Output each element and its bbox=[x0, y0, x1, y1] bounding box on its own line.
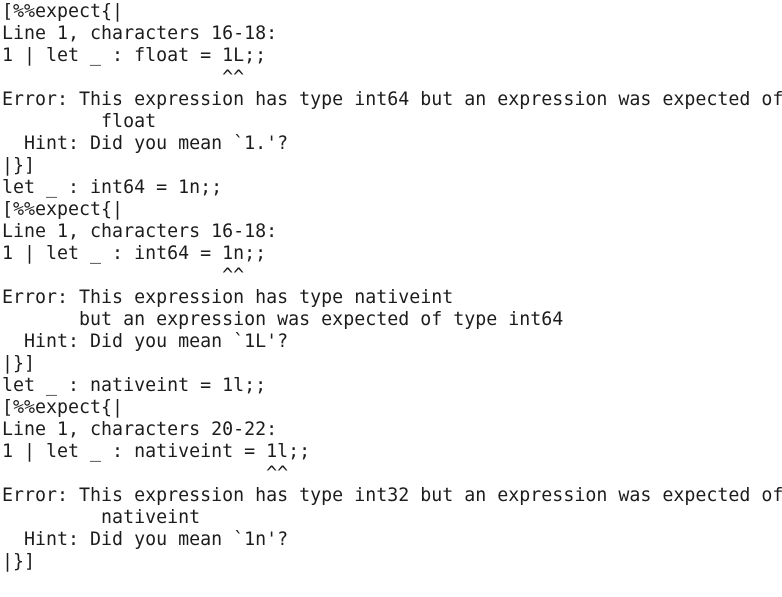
terminal-line: 1 | let _ : int64 = 1n;; bbox=[2, 243, 267, 264]
hint-message: Hint: Did you mean `1n'? bbox=[2, 529, 289, 550]
terminal-line: let _ : nativeint = 1l;; bbox=[2, 375, 267, 396]
terminal-line: [%%expect{| bbox=[2, 1, 124, 22]
terminal-line: Line 1, characters 20-22: bbox=[2, 419, 278, 440]
terminal-line: |}] bbox=[2, 551, 36, 572]
terminal-line: [%%expect{| bbox=[2, 199, 124, 220]
error-caret-marker: ^^ bbox=[2, 67, 245, 88]
error-message: Error: This expression has type int32 bu… bbox=[2, 485, 782, 506]
terminal-line: |}] bbox=[2, 353, 36, 374]
error-caret-marker: ^^ bbox=[2, 265, 245, 286]
error-message: float bbox=[2, 111, 157, 132]
terminal-line: 1 | let _ : float = 1L;; bbox=[2, 45, 267, 66]
error-caret-marker: ^^ bbox=[2, 463, 289, 484]
terminal-line: Line 1, characters 16-18: bbox=[2, 221, 278, 242]
terminal-line: Line 1, characters 16-18: bbox=[2, 23, 278, 44]
hint-message: Hint: Did you mean `1.'? bbox=[2, 133, 289, 154]
hint-message: Hint: Did you mean `1L'? bbox=[2, 331, 289, 352]
terminal-line: let _ : int64 = 1n;; bbox=[2, 177, 223, 198]
terminal-output: [%%expect{| Line 1, characters 16-18: 1 … bbox=[2, 1, 782, 597]
terminal-line: |}] bbox=[2, 155, 36, 176]
error-message: nativeint bbox=[2, 507, 201, 528]
error-message: Error: This expression has type nativein… bbox=[2, 287, 454, 308]
error-message: but an expression was expected of type i… bbox=[2, 309, 564, 330]
terminal-line: 1 | let _ : nativeint = 1l;; bbox=[2, 441, 311, 462]
terminal-line: [%%expect{| bbox=[2, 397, 124, 418]
error-message: Error: This expression has type int64 bu… bbox=[2, 89, 782, 110]
